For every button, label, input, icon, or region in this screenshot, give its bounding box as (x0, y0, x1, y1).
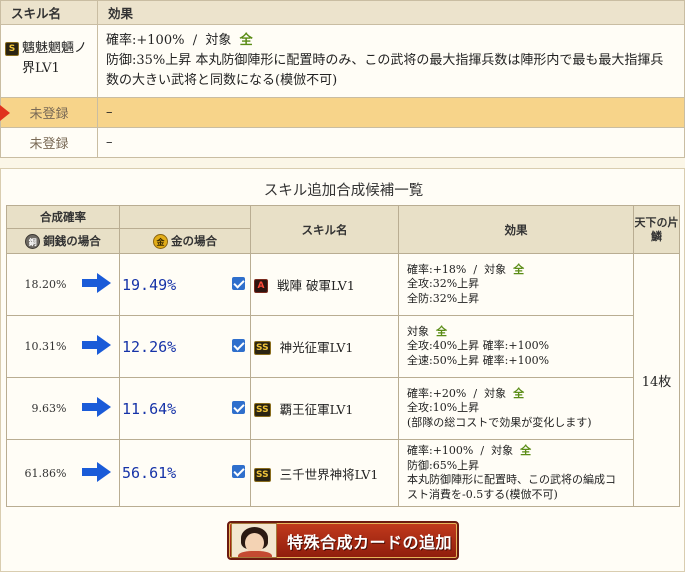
select-checkbox[interactable] (231, 400, 245, 414)
effect-line2: 防御:35%上昇 本丸防御陣形に配置時のみ、この武将の最大指揮兵数は陣形内で最も… (106, 53, 664, 88)
gold-rate: 11.64% (119, 377, 227, 440)
checkbox-cell[interactable] (226, 315, 251, 378)
header-tenka: 天下の片鱗 (633, 205, 680, 254)
checkbox-cell[interactable] (226, 253, 251, 316)
skill-name: 神光征軍LV1 (279, 340, 354, 355)
effect-line: 全攻:10%上昇 (407, 401, 480, 415)
right-arrow-icon (81, 397, 112, 417)
copper-rate: 10.31% (6, 315, 75, 378)
header-skill-name: スキル名 (0, 0, 98, 25)
add-special-card-label: 特殊合成カードの追加 (287, 532, 453, 552)
gold-rate: 19.49% (119, 253, 227, 316)
gold-rate: 12.26% (119, 315, 227, 378)
select-checkbox[interactable] (231, 465, 245, 478)
select-checkbox[interactable] (231, 276, 245, 290)
target-all: 全 (436, 324, 447, 338)
skill-slot-2[interactable]: 未登録 – (0, 97, 685, 128)
add-special-card-button[interactable]: 特殊合成カードの追加 (227, 521, 459, 560)
skill-name-cell: SS 覇王征軍LV1 (250, 377, 399, 440)
skill-name: 覇王征軍LV1 (279, 402, 354, 417)
candidate-row[interactable]: 61.86% 56.61% SS 三千世界神将LV1 確率:+100% / 対象 … (6, 439, 680, 507)
header-gold: 金金の場合 (119, 228, 251, 254)
copper-rate: 61.86% (6, 439, 75, 507)
header-rate: 合成確率 (6, 205, 120, 229)
header-skill: スキル名 (250, 205, 399, 254)
skill-effect: 確率:+20% / 対象 全 全攻:10%上昇 (部隊の総コストで効果が変化しま… (398, 377, 634, 440)
effect-line: 全速:50%上昇 確率:+100% (407, 353, 550, 367)
selected-arrow-icon (0, 105, 10, 121)
right-arrow-icon (81, 335, 112, 355)
rarity-ss-icon: SS (254, 467, 271, 482)
skill-effect: 対象 全 全攻:40%上昇 確率:+100% 全速:50%上昇 確率:+100% (398, 315, 634, 378)
slot3-effect: – (97, 127, 685, 158)
copper-coin-icon: 銅 (25, 233, 41, 249)
copper-rate: 9.63% (6, 377, 75, 440)
skill-slot-3[interactable]: 未登録 – (0, 127, 685, 158)
right-arrow-icon (81, 273, 112, 293)
main-skill-name: 魑魅魍魎ノ界LV1 (22, 41, 88, 76)
main-skill-effect: 確率:+100% / 対象 全 防御:35%上昇 本丸防御陣形に配置時のみ、この… (98, 25, 684, 97)
effect-line: 確率:+20% / 対象 (407, 386, 514, 400)
copper-rate: 18.20% (6, 253, 75, 316)
header-copper-label: 銅銭の場合 (43, 234, 101, 248)
select-checkbox[interactable] (231, 338, 245, 352)
gold-coin-icon: 金 (153, 233, 168, 249)
effect-line: 確率:+100% / 対象 (407, 444, 521, 457)
target-all: 全 (513, 262, 525, 276)
skill-name-cell: SS 神光征軍LV1 (250, 315, 399, 378)
arrow-cell (74, 253, 120, 316)
checkbox-cell[interactable] (226, 439, 251, 507)
arrow-cell (74, 377, 120, 440)
skill-name: 三千世界神将LV1 (279, 466, 379, 482)
slot2-effect: – (97, 97, 685, 128)
arrow-cell (74, 315, 120, 378)
effect-line: 本丸防御陣形に配置時、この武将の編成コスト消費を-0.5する(模倣不可) (407, 473, 616, 501)
header-gold-label: 金の場合 (171, 234, 217, 248)
skill-name-cell: A 戦陣 破軍LV1 (250, 253, 399, 316)
rarity-ss-icon: SS (254, 341, 271, 355)
skill-table: スキル名 効果 S 魑魅魍魎ノ界LV1 確率:+100% / 対象 全 防御:3… (0, 0, 685, 158)
effect-line: 全攻:32%上昇 (407, 277, 480, 291)
header-effect-col: 効果 (398, 205, 634, 254)
arrow-cell (74, 439, 120, 507)
effect-line1: 確率:+100% / 対象 (106, 33, 240, 48)
skill-name-cell: SS 三千世界神将LV1 (250, 439, 399, 507)
target-all: 全 (520, 444, 532, 457)
rarity-a-icon: A (254, 279, 268, 293)
effect-line: 全攻:40%上昇 確率:+100% (407, 339, 550, 353)
checkbox-cell[interactable] (226, 377, 251, 440)
rarity-s-icon: S (5, 42, 19, 56)
effect-line: 防御:65%上昇 (407, 458, 480, 472)
target-all: 全 (239, 33, 253, 48)
target-all: 全 (513, 386, 525, 400)
effect-line: 対象 (407, 324, 436, 338)
effect-line: 確率:+18% / 対象 (407, 262, 514, 276)
candidate-row[interactable]: 18.20% 19.49% A 戦陣 破軍LV1 確率:+18% / 対象 全 全… (6, 253, 680, 507)
rarity-ss-icon: SS (254, 403, 271, 417)
right-arrow-icon (81, 461, 112, 482)
candidate-table: 合成確率 スキル名 効果 天下の片鱗 銅銅銭の場合 金金の場合 18.20% 1… (6, 205, 680, 507)
candidate-row[interactable]: 9.63% 11.64% SS 覇王征軍LV1 確率:+20% / 対象 全 全攻… (6, 377, 680, 440)
candidate-row[interactable]: 10.31% 12.26% SS 神光征軍LV1 対象 全 全攻:40%上昇 確率… (6, 315, 680, 378)
gold-rate: 56.61% (119, 439, 227, 507)
effect-line: (部隊の総コストで効果が変化します) (407, 415, 592, 429)
skill-row-main: S 魑魅魍魎ノ界LV1 確率:+100% / 対象 全 防御:35%上昇 本丸防… (0, 24, 685, 98)
slot3-name: 未登録 (0, 127, 98, 158)
tenka-count: 14枚 (633, 253, 680, 507)
skill-fusion-page: スキル名 効果 S 魑魅魍魎ノ界LV1 確率:+100% / 対象 全 防御:3… (0, 0, 685, 572)
header-copper: 銅銅銭の場合 (6, 228, 120, 254)
skill-effect: 確率:+100% / 対象 全 防御:65%上昇 本丸防御陣形に配置時、この武将… (398, 439, 634, 507)
header-rate-gold-spacer (119, 205, 251, 229)
header-effect: 効果 (97, 0, 685, 25)
character-portrait-icon (231, 523, 277, 558)
slot2-name: 未登録 (29, 107, 69, 122)
skill-effect: 確率:+18% / 対象 全 全攻:32%上昇 全防:32%上昇 (398, 253, 634, 316)
skill-name: 戦陣 破軍LV1 (277, 278, 355, 293)
effect-line: 全防:32%上昇 (407, 291, 480, 305)
candidate-title: スキル追加合成候補一覧 (263, 183, 424, 199)
